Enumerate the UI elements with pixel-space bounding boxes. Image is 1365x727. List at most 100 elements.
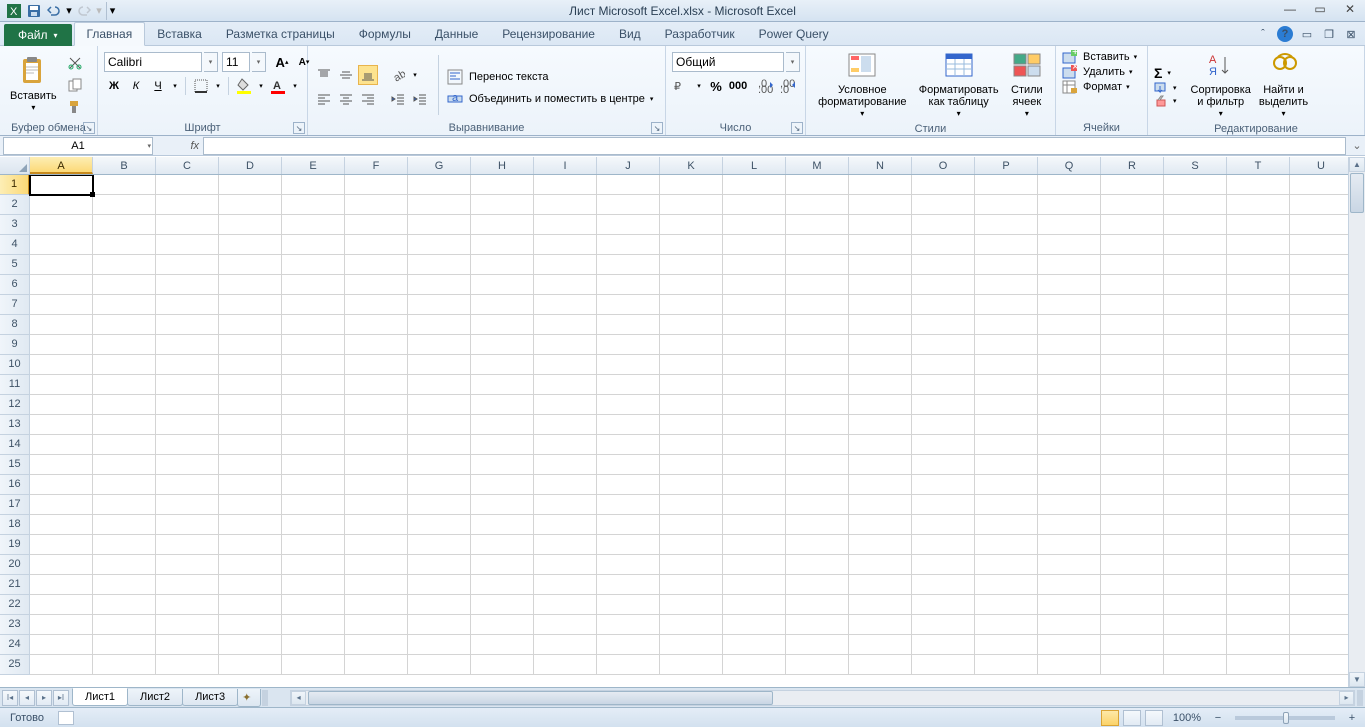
cell[interactable] <box>975 215 1038 235</box>
cell[interactable] <box>786 515 849 535</box>
zoom-out-button[interactable]: − <box>1211 712 1225 724</box>
col-header-O[interactable]: O <box>912 157 975 174</box>
tab-home[interactable]: Главная <box>74 22 146 46</box>
cell[interactable] <box>1290 435 1353 455</box>
cell[interactable] <box>219 335 282 355</box>
cell[interactable] <box>597 275 660 295</box>
align-left-icon[interactable] <box>314 89 334 109</box>
cell[interactable] <box>1227 635 1290 655</box>
cell[interactable] <box>534 635 597 655</box>
col-header-T[interactable]: T <box>1227 157 1290 174</box>
horizontal-scrollbar[interactable]: ◂ ▸ <box>290 690 1355 706</box>
cell[interactable] <box>1101 535 1164 555</box>
cell[interactable] <box>219 215 282 235</box>
cell[interactable] <box>975 175 1038 195</box>
cell[interactable] <box>1038 475 1101 495</box>
cell[interactable] <box>912 635 975 655</box>
cell[interactable] <box>93 635 156 655</box>
number-format-input[interactable] <box>672 52 784 72</box>
cell[interactable] <box>471 655 534 675</box>
cell[interactable] <box>1038 295 1101 315</box>
cell[interactable] <box>282 615 345 635</box>
cell[interactable] <box>93 375 156 395</box>
cell[interactable] <box>975 575 1038 595</box>
cell[interactable] <box>93 255 156 275</box>
cell[interactable] <box>1290 195 1353 215</box>
col-header-S[interactable]: S <box>1164 157 1227 174</box>
scroll-up-arrow[interactable]: ▲ <box>1349 157 1365 172</box>
cell[interactable] <box>1227 275 1290 295</box>
cell[interactable] <box>156 615 219 635</box>
cell[interactable] <box>471 635 534 655</box>
copy-icon[interactable] <box>65 75 85 95</box>
cell[interactable] <box>1290 455 1353 475</box>
cell[interactable] <box>345 415 408 435</box>
cell[interactable] <box>534 335 597 355</box>
cell[interactable] <box>471 235 534 255</box>
cell[interactable] <box>30 475 93 495</box>
cell[interactable] <box>597 395 660 415</box>
delete-cells-button[interactable]: ×Удалить▾ <box>1062 65 1133 79</box>
cell[interactable] <box>471 415 534 435</box>
row-header[interactable]: 5 <box>0 255 30 275</box>
hscroll-splitter[interactable] <box>1357 690 1363 706</box>
cell[interactable] <box>471 215 534 235</box>
redo-dropdown[interactable]: ▾ <box>94 2 104 20</box>
cell[interactable] <box>30 435 93 455</box>
cell[interactable] <box>345 655 408 675</box>
cell[interactable] <box>849 255 912 275</box>
cell[interactable] <box>1101 295 1164 315</box>
tab-power-query[interactable]: Power Query <box>747 23 841 45</box>
cell[interactable] <box>723 215 786 235</box>
cell[interactable] <box>1038 255 1101 275</box>
cell[interactable] <box>93 655 156 675</box>
cell[interactable] <box>1038 435 1101 455</box>
cell[interactable] <box>219 515 282 535</box>
cell[interactable] <box>723 275 786 295</box>
cell[interactable] <box>1038 635 1101 655</box>
cell[interactable] <box>1164 435 1227 455</box>
cell[interactable] <box>93 515 156 535</box>
page-break-view-button[interactable] <box>1145 710 1163 726</box>
cell[interactable] <box>723 435 786 455</box>
cell[interactable] <box>408 555 471 575</box>
cell[interactable] <box>1227 375 1290 395</box>
cell[interactable] <box>93 235 156 255</box>
cell[interactable] <box>1227 535 1290 555</box>
maximize-button[interactable]: ▭ <box>1309 2 1331 16</box>
merge-center-button[interactable]: a Объединить и поместить в центре ▾ <box>447 91 653 107</box>
cell[interactable] <box>723 295 786 315</box>
cell[interactable] <box>1227 195 1290 215</box>
cell[interactable] <box>345 355 408 375</box>
cell[interactable] <box>1038 175 1101 195</box>
row-header[interactable]: 7 <box>0 295 30 315</box>
sheet-prev[interactable]: ◂ <box>19 690 35 706</box>
cell[interactable] <box>1101 235 1164 255</box>
cell[interactable] <box>786 595 849 615</box>
help-icon[interactable]: ? <box>1277 26 1293 42</box>
cell[interactable] <box>282 575 345 595</box>
cell[interactable] <box>1038 355 1101 375</box>
cell[interactable] <box>786 535 849 555</box>
cell[interactable] <box>597 235 660 255</box>
row-header[interactable]: 4 <box>0 235 30 255</box>
cell[interactable] <box>219 175 282 195</box>
cell[interactable] <box>1101 375 1164 395</box>
cell[interactable] <box>408 195 471 215</box>
cell[interactable] <box>660 615 723 635</box>
cell[interactable] <box>1038 195 1101 215</box>
cell[interactable] <box>30 295 93 315</box>
cell[interactable] <box>1038 375 1101 395</box>
cell[interactable] <box>660 535 723 555</box>
cell[interactable] <box>282 515 345 535</box>
cell[interactable] <box>282 475 345 495</box>
tab-data[interactable]: Данные <box>423 23 490 45</box>
cell[interactable] <box>471 435 534 455</box>
formula-expand-icon[interactable]: ⌄ <box>1349 139 1365 152</box>
cell[interactable] <box>1290 295 1353 315</box>
cell[interactable] <box>786 415 849 435</box>
cell[interactable] <box>975 335 1038 355</box>
name-box[interactable]: A1▾ <box>3 137 153 155</box>
cell[interactable] <box>849 295 912 315</box>
cell[interactable] <box>345 455 408 475</box>
